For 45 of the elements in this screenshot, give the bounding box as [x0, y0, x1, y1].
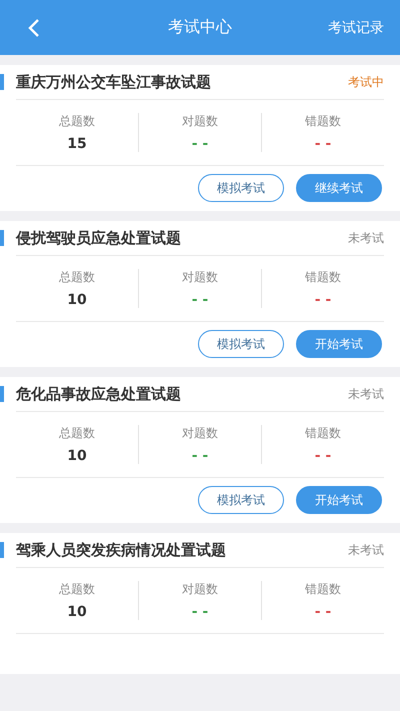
stat-label: 错题数	[305, 113, 341, 130]
exam-status: 未考试	[348, 230, 384, 246]
mock-exam-button[interactable]: 模拟考试	[198, 330, 284, 358]
exam-title: 侵扰驾驶员应急处置试题	[16, 228, 181, 248]
stat-value: - -	[192, 604, 208, 620]
accent-bar	[0, 542, 4, 558]
stat-value: 15	[67, 136, 87, 152]
stat-label: 总题数	[59, 113, 95, 130]
stat-label: 对题数	[182, 425, 218, 442]
stat-value: - -	[314, 292, 332, 308]
exam-status: 考试中	[348, 74, 384, 90]
exam-status: 未考试	[348, 386, 384, 402]
stat-label: 对题数	[182, 581, 218, 598]
stat-label: 总题数	[59, 425, 95, 442]
stat-value: 10	[67, 448, 87, 464]
accent-bar	[0, 74, 4, 90]
start-exam-button[interactable]: 开始考试	[296, 486, 382, 514]
exam-title: 驾乘人员突发疾病情况处置试题	[16, 540, 226, 560]
exam-records-link[interactable]: 考试记录	[328, 18, 384, 36]
exam-status: 未考试	[348, 542, 384, 558]
stat-value: - -	[192, 136, 208, 152]
stat-label: 对题数	[182, 269, 218, 286]
stat-value: - -	[192, 292, 208, 308]
accent-bar	[0, 230, 4, 246]
stat-label: 对题数	[182, 113, 218, 130]
stat-value: 10	[67, 604, 87, 620]
start-exam-button[interactable]: 继续考试	[296, 174, 382, 202]
stat-value: - -	[314, 448, 332, 464]
start-exam-button[interactable]: 开始考试	[296, 330, 382, 358]
exam-title: 危化品事故应急处置试题	[16, 384, 181, 404]
stat-label: 错题数	[305, 269, 341, 286]
stat-label: 总题数	[59, 269, 95, 286]
stat-value: - -	[314, 136, 332, 152]
back-icon	[28, 18, 40, 38]
accent-bar	[0, 386, 4, 402]
stat-label: 总题数	[59, 581, 95, 598]
stat-value: - -	[314, 604, 332, 620]
stat-label: 错题数	[305, 425, 341, 442]
stat-label: 错题数	[305, 581, 341, 598]
mock-exam-button[interactable]: 模拟考试	[198, 486, 284, 514]
mock-exam-button[interactable]: 模拟考试	[198, 174, 284, 202]
stat-value: 10	[67, 292, 87, 308]
stat-value: - -	[192, 448, 208, 464]
exam-title: 重庆万州公交车坠江事故试题	[16, 72, 211, 92]
page-title: 考试中心	[168, 17, 232, 38]
